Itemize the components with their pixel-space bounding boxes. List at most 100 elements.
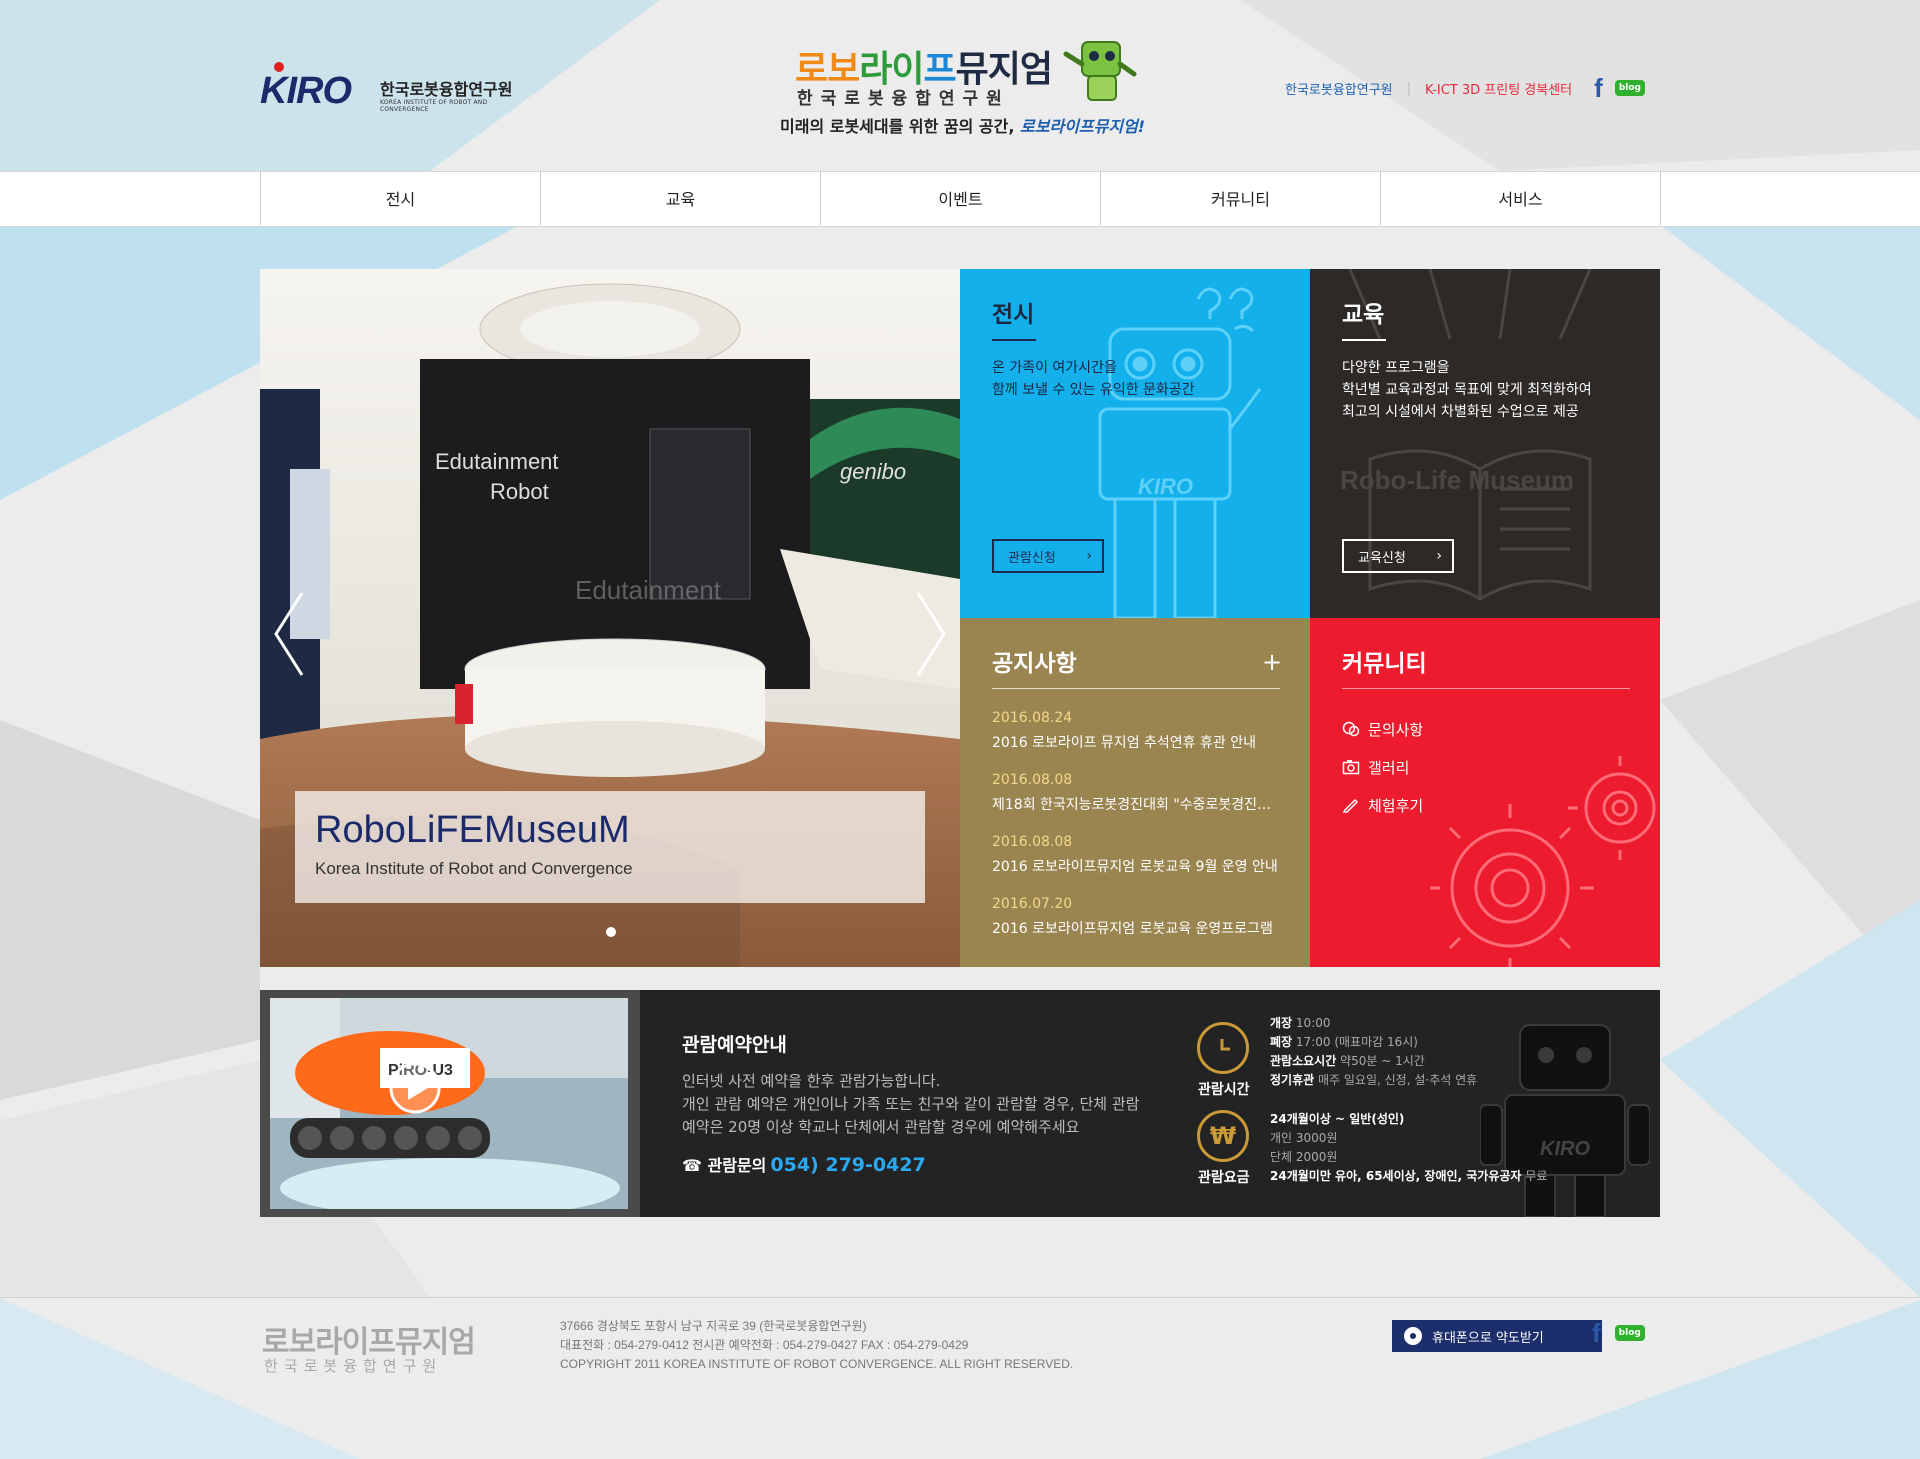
- notice-more-button[interactable]: +: [1262, 648, 1282, 676]
- notice-item[interactable]: 2016.08.08 제18회 한국지능로봇경진대회 "수중로봇경진대회": [992, 772, 1282, 834]
- notice-title: 공지사항: [992, 651, 1077, 677]
- nav-service[interactable]: 서비스: [1381, 171, 1661, 225]
- community-divider: [1342, 688, 1630, 689]
- exhibit-title: 전시: [992, 302, 1035, 328]
- chevron-right-icon: ›: [1086, 548, 1092, 564]
- footer-sns: f blog: [1592, 1320, 1645, 1346]
- notice-date: 2016.08.08: [992, 834, 1073, 850]
- notice-date: 2016.07.20: [992, 896, 1073, 912]
- camera-icon: [1342, 760, 1360, 775]
- mobile-map-label: 휴대폰으로 약도받기: [1432, 1330, 1544, 1346]
- svg-text:Robo-Life Museum: Robo-Life Museum: [1340, 465, 1574, 495]
- svg-text:Edutainment: Edutainment: [435, 449, 559, 474]
- notice-item-title: 2016 로보라이프뮤지엄 로봇교육 9월 운영 안내: [992, 859, 1278, 875]
- title-underline: [992, 339, 1036, 341]
- mobile-map-button[interactable]: 휴대폰으로 약도받기: [1392, 1320, 1602, 1352]
- won-icon: ₩: [1197, 1110, 1249, 1162]
- main-slider: Edutainment Robot genibo Edutainment Rob…: [260, 269, 960, 967]
- gallery-link[interactable]: 갤러리: [1342, 748, 1423, 786]
- notice-tile: 공지사항 + 2016.08.24 2016 로보라이프 뮤지엄 추석연휴 휴관…: [960, 618, 1310, 967]
- notice-list: 2016.08.24 2016 로보라이프 뮤지엄 추석연휴 휴관 안내 201…: [992, 710, 1282, 958]
- notice-item[interactable]: 2016.07.20 2016 로보라이프뮤지엄 로봇교육 운영프로그램: [992, 896, 1282, 958]
- fees-details: 24개월이상 ~ 일반(성인) 개인 3000원 단체 2000원 24개월미만…: [1270, 1112, 1548, 1183]
- reservation-contact: ☎ 관람문의 054) 279-0427: [682, 1154, 926, 1176]
- museum-slogan: 미래의 로봇세대를 위한 꿈의 공간, 로보라이프뮤지엄!: [780, 117, 1146, 136]
- museum-subtitle: 한국로봇융합연구원: [797, 89, 1010, 109]
- nav-community[interactable]: 커뮤니티: [1101, 171, 1381, 225]
- pencil-icon: [1342, 798, 1359, 813]
- community-tile: 커뮤니티 문의사항 갤러리 체험후기: [1310, 618, 1660, 967]
- blog-icon[interactable]: blog: [1614, 80, 1645, 96]
- footer-address: 37666 경상북도 포항시 남구 지곡로 39 (한국로봇융합연구원): [560, 1319, 867, 1333]
- footer-divider: [0, 1297, 1920, 1298]
- notice-item-title: 2016 로보라이프뮤지엄 로봇교육 운영프로그램: [992, 921, 1273, 937]
- slider-caption-title: RoboLiFEMuseuM: [315, 809, 630, 851]
- chevron-right-icon: ›: [1436, 548, 1442, 564]
- robot-mascot-icon: [1063, 41, 1137, 101]
- education-apply-button[interactable]: 교육신청 ›: [1342, 539, 1454, 573]
- nav-education[interactable]: 교육: [541, 171, 821, 225]
- exhibit-tile: KIRO 전시 온 가족이 여가시간을 함께 보낼 수 있는 유익한 문화공간 …: [960, 269, 1310, 618]
- notice-date: 2016.08.24: [992, 710, 1073, 726]
- clock-icon: [1197, 1022, 1249, 1074]
- kiro-mark: KIRO: [260, 70, 352, 112]
- blog-icon[interactable]: blog: [1614, 1325, 1645, 1341]
- fees-label: 관람요금: [1198, 1170, 1250, 1186]
- hours-details: 개장 10:00 폐장 17:00 (매표마감 16시) 관람소요시간 약50분…: [1270, 1016, 1478, 1087]
- slider-caption-subtitle: Korea Institute of Robot and Convergence: [315, 859, 633, 878]
- education-description: 다양한 프로그램을 학년별 교육과정과 목표에 맞게 최적화하여 최고의 시설에…: [1342, 360, 1592, 420]
- visit-apply-button[interactable]: 관람신청 ›: [992, 539, 1104, 573]
- video-thumbnail[interactable]: PiRO-U3: [270, 998, 628, 1209]
- gear-illustration-icon: [1430, 756, 1656, 967]
- map-pin-icon: [1404, 1327, 1422, 1345]
- notice-divider: [992, 688, 1280, 689]
- slider-prev-button[interactable]: [270, 589, 310, 679]
- kiro-subtitle: KOREA INSTITUTE OF ROBOT AND CONVERGENCE: [380, 99, 488, 113]
- museum-logo[interactable]: 로보라이프뮤지엄 한국로봇융합연구원 미래의 로봇세대를 위한 꿈의 공간, 로…: [780, 40, 1160, 140]
- contact-number[interactable]: 054) 279-0427: [770, 1154, 925, 1176]
- education-tile: Robo-Life Museum 교육 다양한 프로그램을 학년별 교육과정과 …: [1310, 269, 1660, 618]
- footer-copyright: COPYRIGHT 2011 KOREA INSTITUTE OF ROBOT …: [560, 1357, 1074, 1371]
- slider-caption: RoboLiFEMuseuM Korea Institute of Robot …: [295, 791, 925, 903]
- notice-date: 2016.08.08: [992, 772, 1073, 788]
- title-underline: [1342, 339, 1386, 341]
- slider-next-button[interactable]: [910, 589, 950, 679]
- slider-pager-dot[interactable]: [606, 927, 616, 937]
- footer-logo-subtitle: 한국로봇융합연구원: [264, 1357, 443, 1375]
- reservation-section: PiRO-U3 관람예약안내 인터넷 사전 예약을 한후 관람가능합니다. 개인…: [260, 990, 1660, 1217]
- education-title: 교육: [1342, 302, 1385, 328]
- utility-links: 한국로봇융합연구원 | K-ICT 3D 프린팅 경북센터 f blog: [1285, 75, 1645, 101]
- facebook-icon[interactable]: f: [1592, 1320, 1601, 1346]
- kiro-logo[interactable]: KIRO 한국로봇융합연구원 KOREA INSTITUTE OF ROBOT …: [260, 62, 530, 114]
- link-separator: |: [1406, 80, 1412, 96]
- nav-event[interactable]: 이벤트: [821, 171, 1101, 225]
- kiro-link[interactable]: 한국로봇융합연구원: [1285, 79, 1393, 98]
- svg-text:Edutainment: Edutainment: [575, 575, 722, 605]
- notice-item-title: 2016 로보라이프 뮤지엄 추석연휴 휴관 안내: [992, 735, 1256, 751]
- svg-text:genibo: genibo: [840, 459, 906, 484]
- reservation-title: 관람예약안내: [682, 1034, 787, 1056]
- chat-icon: [1342, 721, 1360, 737]
- footer-phones: 대표전화 : 054-279-0412 전시관 예약전화 : 054-279-0…: [560, 1338, 969, 1352]
- hours-label: 관람시간: [1198, 1082, 1250, 1098]
- footer-logo: 로보라이프뮤지엄 한국로봇융합연구원: [262, 1317, 502, 1377]
- svg-text:KIRO: KIRO: [1540, 1138, 1590, 1160]
- notice-item[interactable]: 2016.08.08 2016 로보라이프뮤지엄 로봇교육 9월 운영 안내: [992, 834, 1282, 896]
- notice-item[interactable]: 2016.08.24 2016 로보라이프 뮤지엄 추석연휴 휴관 안내: [992, 710, 1282, 772]
- review-link[interactable]: 체험후기: [1342, 786, 1423, 824]
- main-nav: 전시 교육 이벤트 커뮤니티 서비스: [260, 171, 1661, 225]
- reservation-description: 인터넷 사전 예약을 한후 관람가능합니다. 개인 관람 예약은 개인이나 가족…: [682, 1072, 1140, 1136]
- printing-center-link[interactable]: K-ICT 3D 프린팅 경북센터: [1425, 79, 1572, 98]
- facebook-icon[interactable]: f: [1594, 75, 1603, 101]
- svg-text:Robot: Robot: [490, 479, 549, 504]
- inquiry-link[interactable]: 문의사항: [1342, 710, 1423, 748]
- exhibit-description: 온 가족이 여가시간을 함께 보낼 수 있는 유익한 문화공간: [992, 360, 1195, 398]
- robot-vehicle-photo: PiRO-U3: [270, 998, 628, 1209]
- community-links: 문의사항 갤러리 체험후기: [1342, 710, 1423, 824]
- kiro-name: 한국로봇융합연구원: [380, 80, 513, 99]
- footer-info: 37666 경상북도 포항시 남구 지곡로 39 (한국로봇융합연구원) 대표전…: [560, 1317, 1073, 1374]
- robot-illustration-icon: KIRO: [1098, 287, 1262, 618]
- nav-exhibit[interactable]: 전시: [261, 171, 541, 225]
- community-title: 커뮤니티: [1342, 651, 1427, 677]
- notice-item-title: 제18회 한국지능로봇경진대회 "수중로봇경진대회": [992, 797, 1282, 813]
